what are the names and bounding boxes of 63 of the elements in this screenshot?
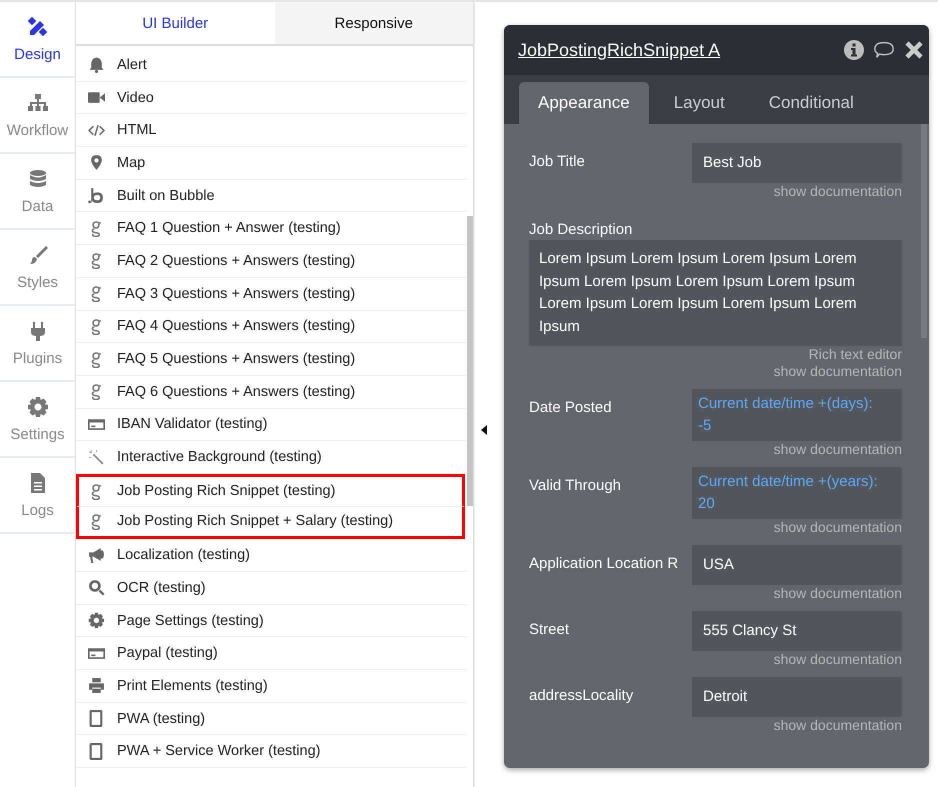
element-list-item[interactable]: Map bbox=[76, 147, 467, 180]
element-list-item[interactable]: FAQ 2 Questions + Answers (testing) bbox=[76, 245, 467, 278]
element-list-item[interactable]: Job Posting Rich Snippet + Salary (testing) bbox=[76, 506, 465, 540]
megaphone-icon bbox=[88, 546, 105, 564]
bell-icon bbox=[88, 56, 105, 74]
editor-tab[interactable]: Appearance bbox=[519, 82, 649, 124]
sidebar-tab[interactable]: Plugins bbox=[0, 306, 75, 382]
search-icon bbox=[88, 579, 105, 596]
field-label: Application Location R bbox=[529, 554, 680, 572]
field-label: Date Posted bbox=[529, 398, 613, 416]
field-label: Job Description bbox=[529, 220, 634, 240]
input-field[interactable]: Detroit bbox=[692, 677, 902, 717]
element-list-item[interactable]: Job Posting Rich Snippet (testing) bbox=[76, 474, 465, 507]
sidebar-tab[interactable]: Data bbox=[0, 154, 75, 230]
field-label: Street bbox=[529, 620, 570, 638]
palette-tab[interactable]: Responsive bbox=[274, 2, 473, 44]
printer-icon bbox=[88, 677, 105, 694]
close-icon[interactable] bbox=[903, 40, 925, 60]
scrollbar-thumb[interactable] bbox=[467, 216, 473, 506]
element-list-item[interactable]: FAQ 1 Question + Answer (testing) bbox=[76, 212, 467, 246]
pencil-ruler-icon bbox=[26, 16, 48, 38]
sidebar-tab[interactable]: Workflow bbox=[0, 78, 75, 154]
field-label: Job Title bbox=[529, 152, 586, 170]
element-list-item[interactable]: FAQ 3 Questions + Answers (testing) bbox=[76, 278, 467, 310]
comment-icon[interactable] bbox=[873, 40, 895, 60]
element-list-item[interactable]: Localization (testing) bbox=[76, 539, 467, 572]
map-pin-icon bbox=[88, 154, 105, 172]
element-list-item[interactable]: Paypal (testing) bbox=[76, 637, 467, 670]
element-list-item[interactable]: Page Settings (testing) bbox=[76, 604, 467, 638]
input-field[interactable]: Best Job bbox=[692, 143, 902, 183]
phone-icon bbox=[88, 742, 105, 760]
collapse-arrow-icon[interactable] bbox=[481, 425, 487, 435]
settings-icon bbox=[88, 612, 105, 630]
element-list-item[interactable]: Video bbox=[76, 82, 467, 114]
element-list-item[interactable]: Print Elements (testing) bbox=[76, 670, 467, 703]
element-list-item[interactable]: FAQ 5 Questions + Answers (testing) bbox=[76, 343, 467, 376]
field-label: addressLocality bbox=[529, 686, 634, 704]
editor-tab[interactable]: Layout bbox=[654, 82, 744, 124]
hierarchy-icon bbox=[26, 92, 48, 114]
sidebar-tab[interactable]: Logs bbox=[0, 458, 75, 534]
settings-icon bbox=[26, 396, 48, 418]
scrollbar-thumb[interactable] bbox=[921, 124, 927, 338]
input-field[interactable]: 555 Clancy St bbox=[692, 611, 902, 651]
sidebar-tab[interactable]: Styles bbox=[0, 230, 75, 306]
element-list-item[interactable]: PWA (testing) bbox=[76, 702, 467, 736]
element-list-item[interactable]: FAQ 4 Questions + Answers (testing) bbox=[76, 310, 467, 344]
editor-tab[interactable]: Conditional bbox=[750, 82, 873, 124]
element-list-item[interactable]: Interactive Background (testing) bbox=[76, 441, 467, 474]
element-list-item[interactable]: PWA + Service Worker (testing) bbox=[76, 735, 467, 768]
element-list-item[interactable]: Alert bbox=[76, 49, 467, 82]
info-icon[interactable] bbox=[843, 40, 865, 60]
element-list-item[interactable]: IBAN Validator (testing) bbox=[76, 408, 467, 442]
element-list-item[interactable]: OCR (testing) bbox=[76, 572, 467, 605]
bubble-logo-icon bbox=[88, 187, 105, 204]
wand-icon bbox=[88, 448, 105, 466]
element-list-item[interactable]: Built on Bubble bbox=[76, 180, 467, 212]
input-field[interactable]: USA bbox=[692, 545, 902, 585]
sidebar-tab[interactable]: Settings bbox=[0, 382, 75, 458]
field-label: Valid Through bbox=[529, 476, 622, 494]
element-list-item[interactable]: HTML bbox=[76, 114, 467, 148]
text-area[interactable]: Lorem Ipsum Lorem Ipsum Lorem Ipsum Lorem Ipsum Lorem Ipsum Lorem Ipsum Lorem Ipsum Lorem Ipsum Lorem Ipsum Lorem Ipsum Lorem Ipsum bbox=[529, 240, 902, 346]
element-list-item[interactable]: FAQ 6 Questions + Answers (testing) bbox=[76, 376, 467, 409]
phone-icon bbox=[88, 710, 105, 728]
